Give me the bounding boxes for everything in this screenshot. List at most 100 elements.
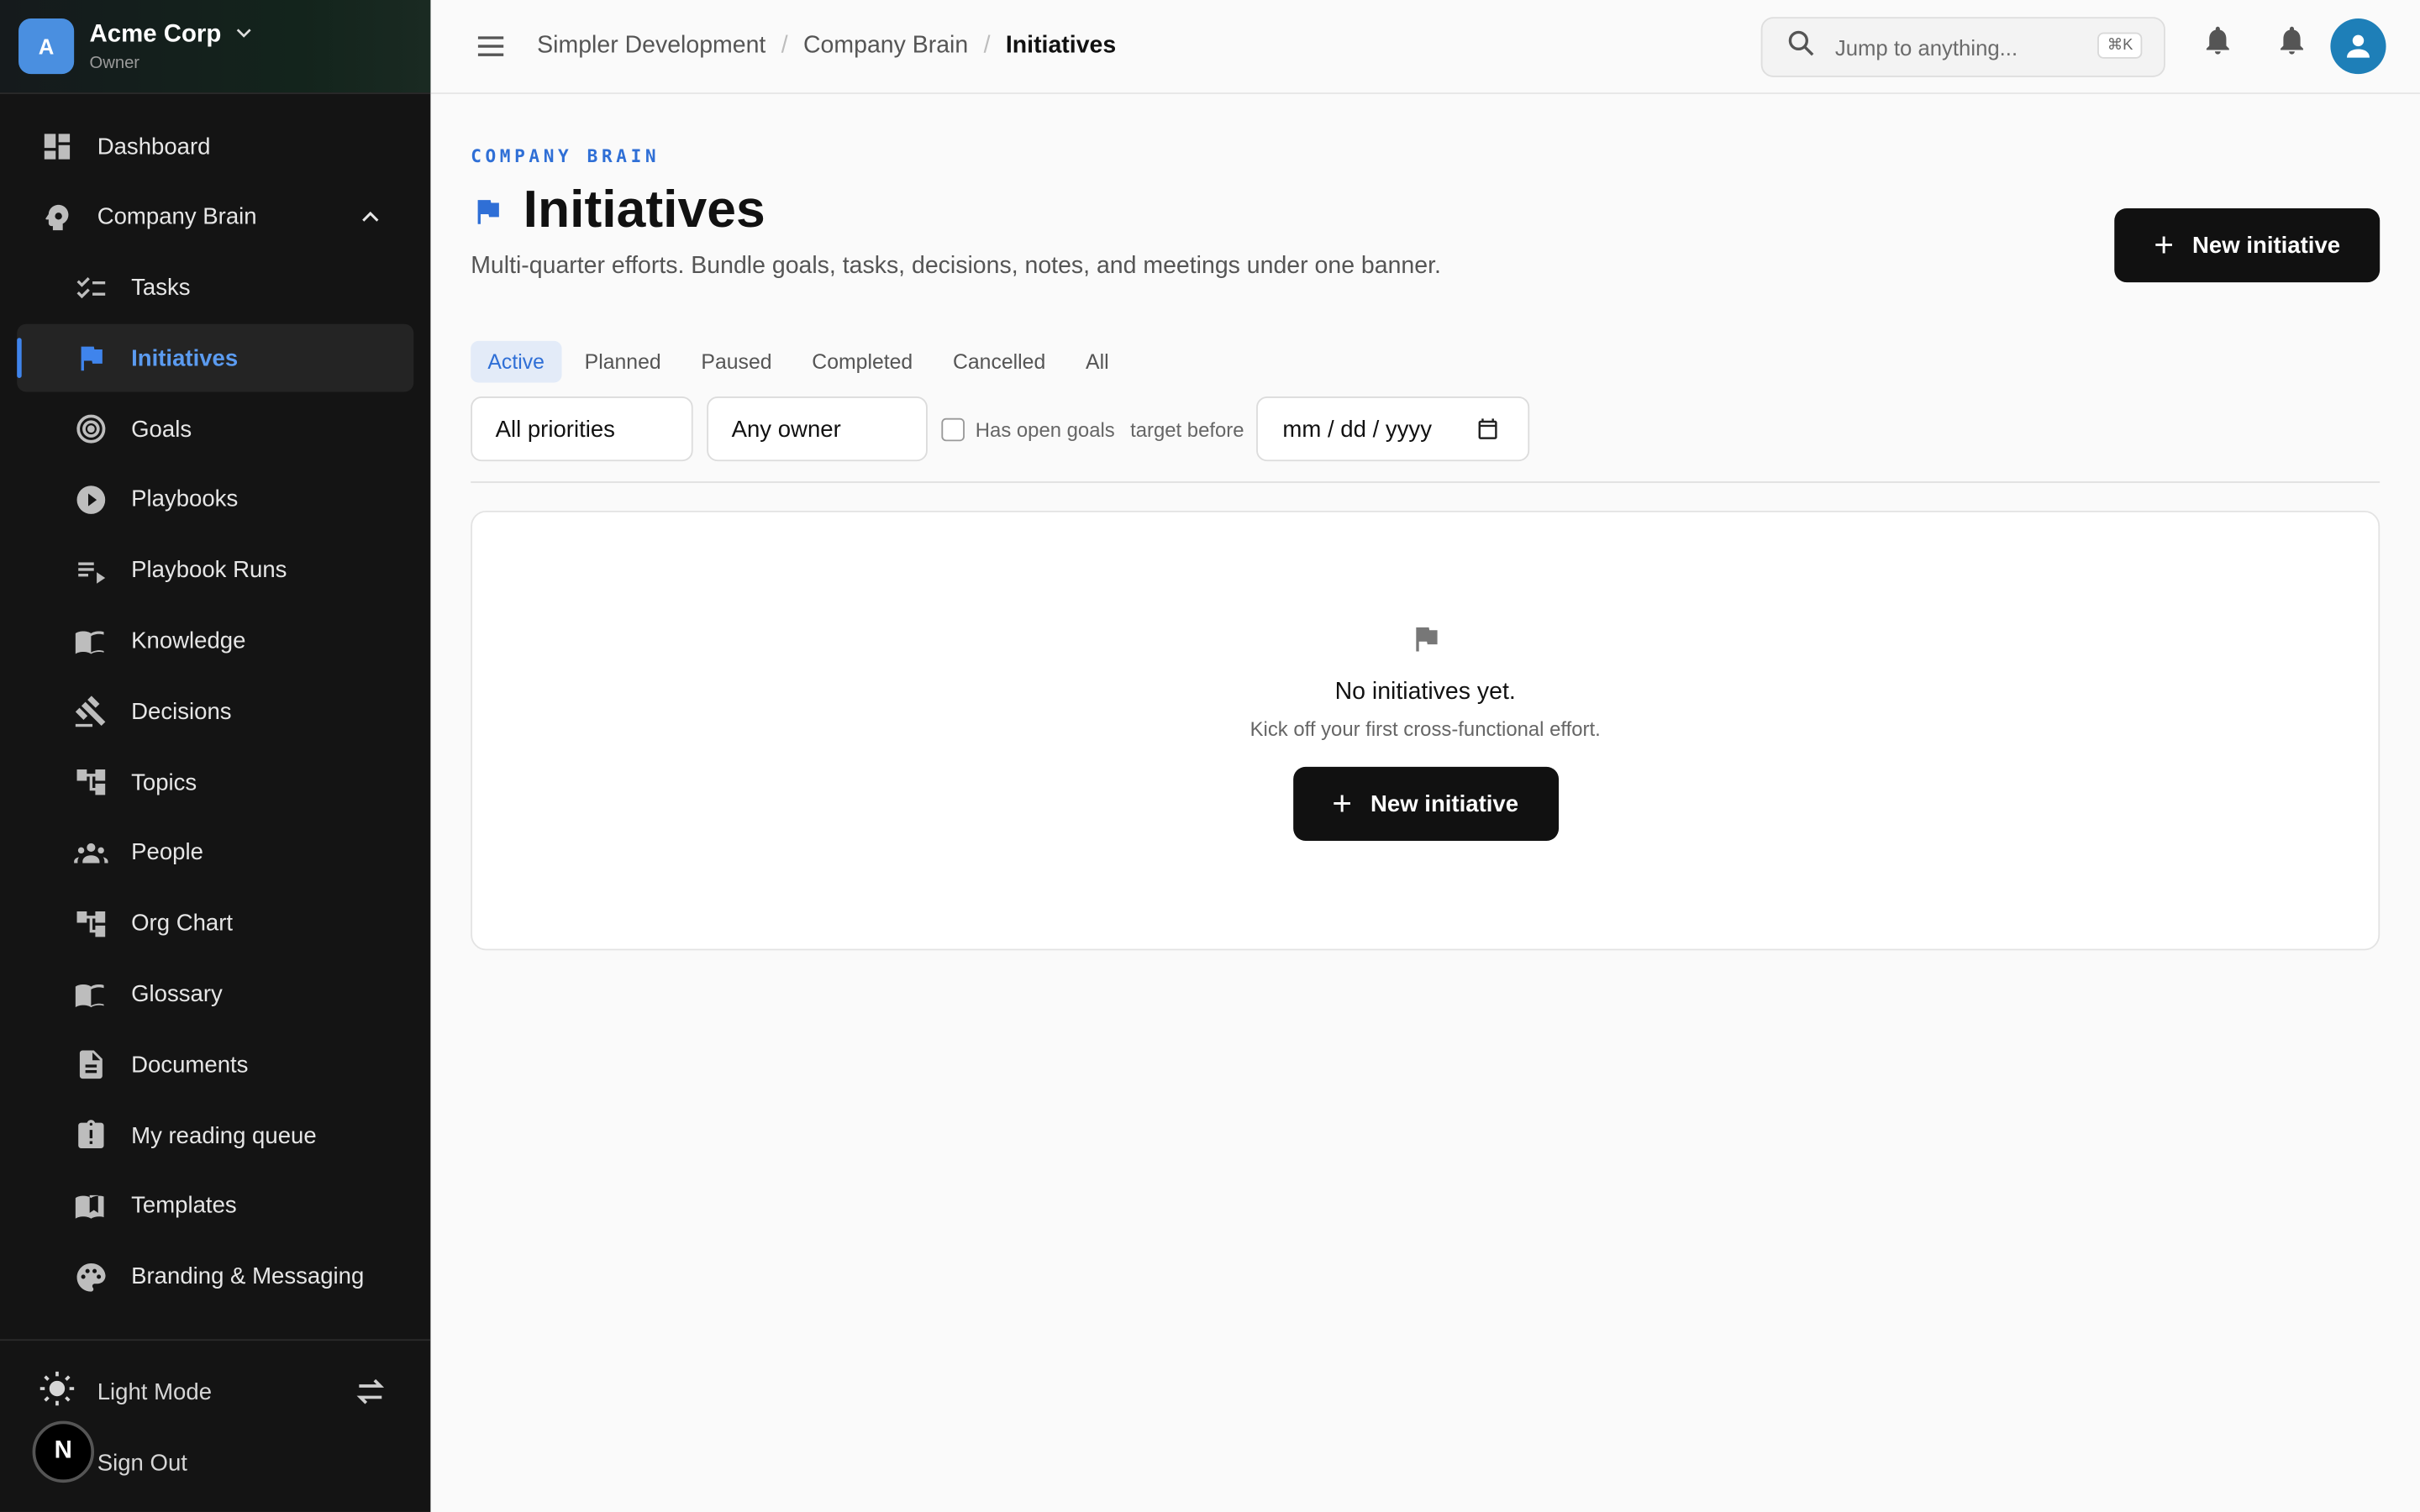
flag-icon [1408,622,1442,664]
tab-active[interactable]: Active [471,340,562,383]
sidebar-item-topics[interactable]: Topics [17,748,413,816]
sidebar-item-label: Company Brain [97,203,257,231]
play-icon [72,481,109,518]
sidebar-item-company-brain[interactable]: Company Brain [17,183,413,251]
empty-title: No initiatives yet. [1334,679,1516,706]
sidebar-item-playbook-runs[interactable]: Playbook Runs [17,537,413,605]
page-content: COMPANY BRAIN Initiatives Multi-quarter … [430,94,2420,951]
page-eyebrow: COMPANY BRAIN [471,144,660,167]
sidebar-footer: Light Mode Sign Out N [0,1339,431,1512]
sidebar-item-label: Glossary [131,981,223,1008]
clipboard-alert-icon [72,1117,109,1154]
plus-icon: + [1332,784,1352,822]
hierarchy-icon [72,764,109,801]
hierarchy-icon [72,906,109,942]
dev-badge[interactable]: N [32,1420,95,1483]
sidebar-item-knowledge[interactable]: Knowledge [17,607,413,675]
sidebar-item-goals[interactable]: Goals [17,396,413,464]
filter-bar: All priorities Any owner Has open goals … [471,396,2381,483]
page-title: Initiatives [523,180,765,239]
org-role: Owner [89,53,140,72]
tab-all[interactable]: All [1069,341,1126,383]
book-icon [72,976,109,1013]
bell-icon[interactable] [2201,22,2234,66]
sidebar-nav: Dashboard Company Brain Tasks Initiative… [0,94,430,1339]
target-date-input[interactable]: mm / dd / yyyy [1256,396,1530,462]
user-avatar[interactable] [2330,18,2386,75]
title-row: Initiatives [471,181,2380,241]
open-goals-checkbox[interactable] [941,417,965,441]
sidebar-item-reading-queue[interactable]: My reading queue [17,1102,413,1170]
tab-planned[interactable]: Planned [567,341,677,383]
sidebar-item-label: Knowledge [131,627,246,654]
breadcrumb: Simpler Development / Company Brain / In… [537,33,1116,60]
sidebar-item-initiatives[interactable]: Initiatives [17,324,414,393]
sidebar-item-label: Dashboard [97,133,211,160]
sidebar-item-people[interactable]: People [17,819,413,887]
sidebar-item-org-chart[interactable]: Org Chart [17,890,413,958]
breadcrumb-separator: / [781,32,788,59]
empty-state: No initiatives yet. Kick off your first … [471,510,2381,951]
people-icon [72,835,109,872]
sidebar-item-tasks[interactable]: Tasks [17,254,413,322]
breadcrumb-current: Initiatives [1005,32,1117,59]
sidebar-item-playbooks[interactable]: Playbooks [17,466,413,534]
chevron-down-icon [234,21,255,50]
app-root: A Acme Corp Owner Dashboard Company Brai… [0,0,2420,1512]
book-icon [72,622,109,659]
sidebar-item-templates[interactable]: Templates [17,1173,413,1241]
search-placeholder: Jump to anything... [1834,34,2018,60]
document-icon [72,1047,109,1084]
main-area: Simpler Development / Company Brain / In… [430,0,2420,1512]
sidebar-item-label: Goals [131,416,192,443]
owner-select[interactable]: Any owner [707,396,928,462]
target-icon [72,411,109,448]
status-tabs: Active Planned Paused Completed Cancelle… [471,340,2380,383]
priority-select[interactable]: All priorities [471,396,693,462]
sidebar-item-label: Org Chart [131,911,234,937]
tab-completed[interactable]: Completed [795,341,929,383]
empty-subtitle: Kick off your first cross-functional eff… [1249,717,1601,741]
sidebar-item-label: Initiatives [131,345,239,372]
flag-icon [72,340,109,377]
palette-icon [72,1258,109,1295]
menu-icon[interactable] [472,28,509,65]
tab-cancelled[interactable]: Cancelled [936,341,1063,383]
sidebar-item-label: People [131,840,203,867]
sidebar-item-glossary[interactable]: Glossary [17,960,413,1028]
user-icon [2347,34,2370,58]
sidebar-item-label: Templates [131,1193,237,1220]
new-initiative-button[interactable]: + New initiative [2114,207,2381,283]
target-before-label: target before [1130,417,1244,441]
sidebar: A Acme Corp Owner Dashboard Company Brai… [0,0,431,1512]
sidebar-item-label: Documents [131,1052,249,1079]
sidebar-item-decisions[interactable]: Decisions [17,678,413,746]
sidebar-item-documents[interactable]: Documents [17,1032,413,1100]
empty-new-initiative-button[interactable]: + New initiative [1292,766,1559,842]
sidebar-item-label: Branding & Messaging [131,1263,365,1290]
dashboard-icon [39,128,76,165]
sidebar-item-label: Playbooks [131,486,239,513]
theme-toggle[interactable]: Light Mode [0,1356,430,1426]
chevron-up-icon[interactable] [358,205,382,236]
swap-icon[interactable] [354,1374,387,1415]
new-initiative-label: New initiative [2192,232,2341,259]
tab-paused[interactable]: Paused [684,341,789,383]
org-name-row: Acme Corp [90,21,255,50]
org-switcher[interactable]: A Acme Corp Owner [0,0,431,95]
playlist-icon [72,552,109,589]
topbar: Simpler Development / Company Brain / In… [430,0,2420,95]
book-open-icon [72,1188,109,1225]
sidebar-item-dashboard[interactable]: Dashboard [17,113,413,181]
sidebar-item-branding[interactable]: Branding & Messaging [17,1243,413,1311]
calendar-icon[interactable] [1476,417,1500,448]
open-goals-label: Has open goals [975,417,1115,441]
flag-icon [471,194,504,228]
breadcrumb-item[interactable]: Company Brain [803,33,968,60]
search-input[interactable]: Jump to anything... ⌘K [1760,17,2165,77]
gavel-icon [72,693,109,730]
sidebar-item-label: Tasks [131,275,191,302]
sun-icon [39,1370,76,1413]
bell-icon[interactable] [2275,22,2308,66]
breadcrumb-item[interactable]: Simpler Development [537,33,765,60]
